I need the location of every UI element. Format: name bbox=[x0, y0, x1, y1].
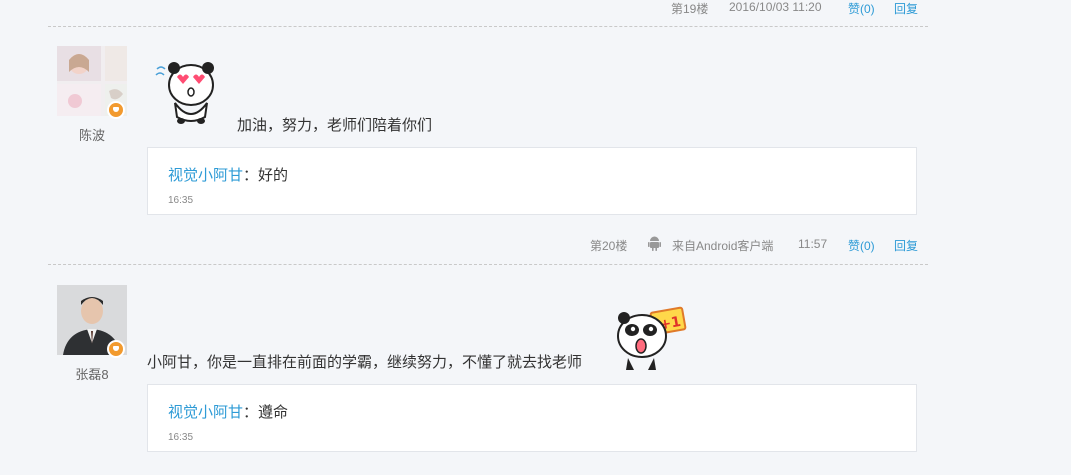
username[interactable]: 张磊8 bbox=[57, 364, 127, 383]
post-content: 加油，努力，老师们陪着你们 bbox=[237, 117, 433, 134]
user-level-badge-icon bbox=[107, 340, 125, 358]
reply-time: 16:35 bbox=[168, 432, 194, 443]
post-divider bbox=[48, 264, 928, 265]
reply-content: 好的 bbox=[258, 167, 289, 184]
reply-separator: ： bbox=[243, 404, 259, 421]
user-level-badge-icon bbox=[107, 101, 125, 119]
reply-line: 视觉小阿甘：好的 bbox=[168, 164, 288, 185]
reply-box: 视觉小阿甘：好的 16:35 bbox=[147, 147, 917, 215]
reply-time: 16:35 bbox=[168, 195, 194, 206]
client-source: 来自Android客户端 bbox=[672, 239, 774, 253]
floor-number: 第19楼 bbox=[671, 2, 709, 16]
like-button[interactable]: 赞(0) bbox=[848, 0, 875, 17]
android-icon bbox=[648, 236, 661, 256]
post-datetime: 2016/10/03 11:20 bbox=[729, 0, 822, 14]
reply-author-link[interactable]: 视觉小阿甘 bbox=[168, 404, 243, 421]
username[interactable]: 陈波 bbox=[57, 125, 127, 144]
reply-button[interactable]: 回复 bbox=[894, 237, 918, 254]
post-time: 11:57 bbox=[798, 237, 828, 251]
like-button[interactable]: 赞(0) bbox=[848, 237, 875, 254]
reply-line: 视觉小阿甘：遵命 bbox=[168, 401, 288, 422]
reply-separator: ： bbox=[243, 167, 259, 184]
panda-heart-eyes-sticker bbox=[155, 55, 220, 127]
reply-content: 遵命 bbox=[258, 404, 289, 421]
reply-button[interactable]: 回复 bbox=[894, 0, 918, 17]
post-divider bbox=[48, 26, 928, 27]
floor-number: 第20楼 bbox=[590, 239, 628, 253]
reply-author-link[interactable]: 视觉小阿甘 bbox=[168, 167, 243, 184]
panda-plus-one-sticker: +1 bbox=[612, 306, 687, 372]
post-content: 小阿甘，你是一直排在前面的学霸，继续努力，不懂了就去找老师 bbox=[147, 354, 583, 371]
reply-box: 视觉小阿甘：遵命 16:35 bbox=[147, 384, 917, 452]
